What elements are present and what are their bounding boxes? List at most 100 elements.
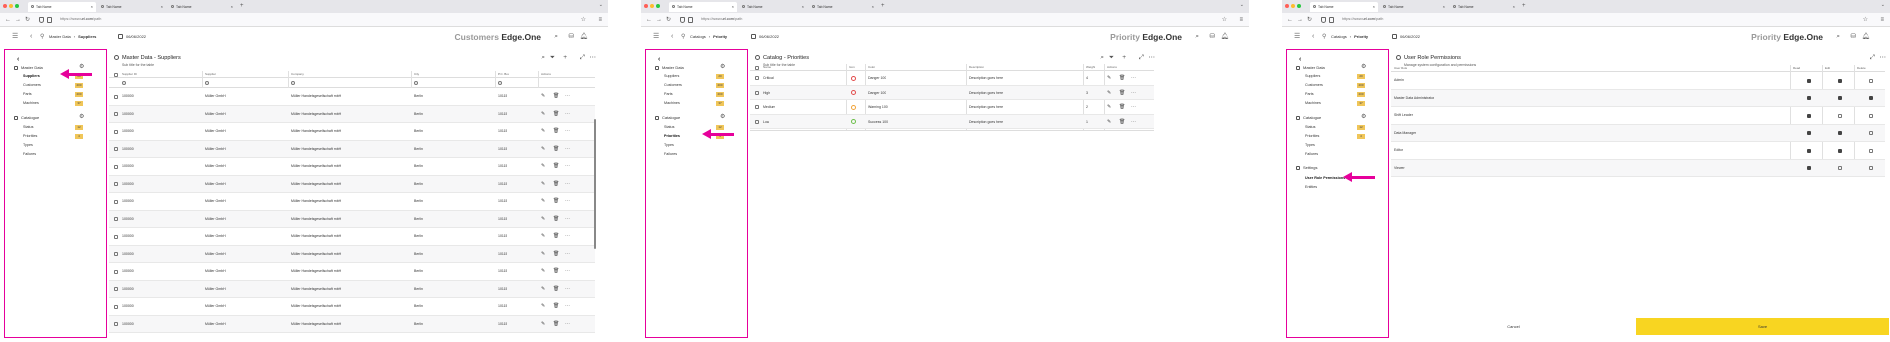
permission-read-checkbox[interactable]: [1807, 96, 1811, 100]
browser-tab[interactable]: Tab Name ×: [739, 2, 807, 12]
column-header[interactable]: Company: [291, 71, 304, 78]
row-more-icon[interactable]: ⋯: [1131, 100, 1136, 115]
permission-read-checkbox[interactable]: [1807, 148, 1811, 153]
group-catalogue[interactable]: Catalogue: [655, 114, 680, 121]
minimize-window-button[interactable]: [9, 4, 13, 8]
row-checkbox[interactable]: [755, 119, 759, 124]
table-row[interactable]: High Danger 100 Description goes here 3 ✎ 🗑︎ ⋯: [750, 85, 1154, 101]
column-header[interactable]: Color: [868, 64, 875, 71]
table-row[interactable]: Master Data Administrator: [1391, 89, 1885, 107]
browser-tab[interactable]: Tab Name ×: [28, 2, 96, 12]
permission-del-checkbox[interactable]: [1869, 148, 1873, 153]
row-more-icon[interactable]: ⋯: [1131, 86, 1136, 101]
url-input[interactable]: https://www.url.com/path: [60, 15, 430, 24]
reload-button[interactable]: ↻: [666, 15, 671, 25]
new-tab-button[interactable]: +: [881, 2, 885, 11]
column-header[interactable]: User Role: [1394, 65, 1407, 72]
tab-list-chevron-icon[interactable]: ⌄: [599, 2, 603, 8]
browser-tab[interactable]: Tab Name ×: [1380, 2, 1448, 12]
table-row[interactable]: 100000 Müller GmbH Müller Handelsgesellsch…: [109, 228, 595, 246]
row-more-icon[interactable]: ⋯: [565, 228, 570, 246]
bookmark-star-icon[interactable]: ☆: [581, 15, 586, 25]
bookmark-star-icon[interactable]: ☆: [1222, 15, 1227, 25]
tab-close-icon[interactable]: ×: [802, 2, 804, 12]
row-more-icon[interactable]: ⋯: [565, 316, 570, 334]
delete-icon[interactable]: 🗑︎: [1119, 115, 1125, 130]
table-row[interactable]: Data Manager: [1391, 124, 1885, 142]
forward-button[interactable]: →: [656, 15, 662, 25]
table-row[interactable]: 100000 Müller GmbH Müller Handelsgesellsch…: [109, 315, 595, 334]
column-header[interactable]: Delete: [1857, 65, 1866, 72]
row-checkbox[interactable]: [114, 269, 118, 274]
delete-icon[interactable]: 🗑︎: [553, 88, 559, 106]
row-checkbox[interactable]: [114, 199, 118, 204]
table-row[interactable]: 100000 Müller GmbH Müller Handelsgesellsch…: [109, 280, 595, 299]
row-more-icon[interactable]: ⋯: [565, 281, 570, 299]
sidebar-collapse-icon[interactable]: ‹: [1299, 56, 1301, 63]
row-checkbox[interactable]: [114, 304, 118, 309]
search-icon[interactable]: ⌕: [1195, 32, 1199, 42]
column-header[interactable]: Edit: [1825, 65, 1830, 72]
delete-icon[interactable]: 🗑︎: [553, 158, 559, 176]
calendar-icon[interactable]: [751, 34, 756, 39]
permission-del-checkbox[interactable]: [1869, 131, 1873, 135]
table-row[interactable]: Viewer: [1391, 159, 1885, 177]
delete-icon[interactable]: 🗑︎: [553, 246, 559, 264]
inbox-icon[interactable]: ⛁: [569, 32, 574, 42]
calendar-icon[interactable]: [1392, 34, 1397, 39]
minimize-window-button[interactable]: [1291, 4, 1295, 8]
add-row-icon[interactable]: +: [563, 53, 567, 63]
browser-tab[interactable]: Tab Name ×: [168, 2, 236, 12]
table-row[interactable]: Critical Danger 100 Description goes here 4…: [750, 71, 1154, 86]
group-catalogue[interactable]: Catalogue: [14, 114, 39, 121]
edit-icon[interactable]: ✎: [1107, 100, 1111, 115]
sidebar-item-types[interactable]: Types: [664, 142, 734, 148]
master-data-settings-gear-icon[interactable]: ⚙: [1361, 64, 1366, 71]
group-master-data[interactable]: Master Data: [655, 64, 684, 71]
close-window-button[interactable]: [3, 4, 7, 8]
select-all-checkbox[interactable]: [114, 72, 118, 77]
tracking-shield-icon[interactable]: [1321, 17, 1326, 23]
permission-read-checkbox[interactable]: [1807, 131, 1811, 135]
table-row[interactable]: 100000 Müller GmbH Müller Handelsgesellsch…: [109, 298, 595, 316]
tab-close-icon[interactable]: ×: [1443, 2, 1445, 12]
tab-close-icon[interactable]: ×: [872, 2, 874, 12]
url-input[interactable]: https://www.url.com/path: [1342, 15, 1712, 24]
calendar-icon[interactable]: [118, 34, 123, 39]
catalogue-settings-gear-icon[interactable]: ⚙: [720, 114, 725, 121]
row-checkbox[interactable]: [114, 94, 118, 99]
browser-tab[interactable]: Tab Name ×: [1310, 2, 1378, 12]
bookmark-star-icon[interactable]: ☆: [1863, 15, 1868, 25]
sidebar-item-failures[interactable]: Failures: [23, 151, 93, 157]
tab-list-chevron-icon[interactable]: ⌄: [1240, 2, 1244, 8]
add-row-icon[interactable]: +: [1122, 53, 1126, 63]
master-data-settings-gear-icon[interactable]: ⚙: [720, 64, 725, 71]
permission-del-checkbox[interactable]: [1869, 113, 1873, 118]
edit-icon[interactable]: ✎: [541, 281, 545, 299]
browser-menu-icon[interactable]: ≡: [1880, 15, 1884, 25]
permission-edit-checkbox[interactable]: [1838, 78, 1842, 83]
row-more-icon[interactable]: ⋯: [565, 88, 570, 106]
maximize-window-button[interactable]: [656, 4, 660, 8]
master-data-settings-gear-icon[interactable]: ⚙: [79, 64, 84, 71]
column-header[interactable]: P.C. Box: [498, 71, 509, 78]
row-more-icon[interactable]: ⋯: [565, 106, 570, 124]
breadcrumb-parent[interactable]: Catalogs: [690, 34, 706, 39]
site-info-icon[interactable]: [1329, 17, 1334, 23]
catalogue-settings-gear-icon[interactable]: ⚙: [1361, 114, 1366, 121]
row-more-icon[interactable]: ⋯: [1131, 115, 1136, 130]
tab-close-icon[interactable]: ×: [1373, 2, 1375, 12]
table-row[interactable]: 100000 Müller GmbH Müller Handelsgesellsch…: [109, 193, 595, 211]
column-filter-search-icon[interactable]: [122, 81, 126, 85]
hamburger-menu-icon[interactable]: ☰: [1294, 32, 1300, 42]
forward-button[interactable]: →: [15, 15, 21, 25]
row-checkbox[interactable]: [114, 217, 118, 221]
fullscreen-icon[interactable]: ⤢: [1139, 53, 1144, 63]
delete-icon[interactable]: 🗑︎: [553, 123, 559, 141]
tab-list-chevron-icon[interactable]: ⌄: [1881, 2, 1885, 8]
save-button[interactable]: Save: [1636, 318, 1889, 335]
table-row[interactable]: Medium Warning 100 Description goes here 2 ✎…: [750, 100, 1154, 115]
column-header[interactable]: Supplier ID: [122, 71, 137, 78]
delete-icon[interactable]: 🗑︎: [553, 316, 559, 334]
table-row[interactable]: 100000 Müller GmbH Müller Handelsgesellsch…: [109, 140, 595, 158]
